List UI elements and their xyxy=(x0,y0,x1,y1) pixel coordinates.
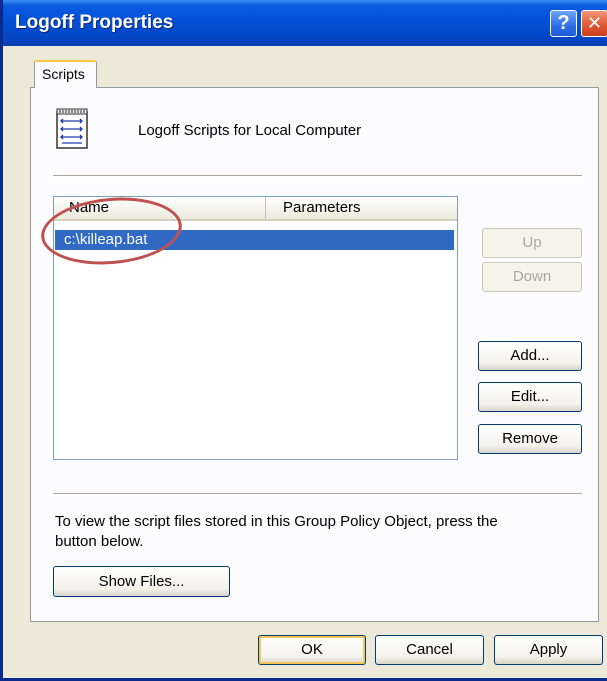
window-title: Logoff Properties xyxy=(15,12,174,33)
apply-button[interactable]: Apply xyxy=(494,635,603,665)
script-file-icon xyxy=(56,108,88,149)
up-button[interactable]: Up xyxy=(482,228,582,258)
divider-top xyxy=(53,175,582,177)
ok-button[interactable]: OK xyxy=(258,635,366,665)
scripts-description: Logoff Scripts for Local Computer xyxy=(138,122,362,139)
remove-button[interactable]: Remove xyxy=(478,424,582,454)
down-button[interactable]: Down xyxy=(482,262,582,292)
cancel-button[interactable]: Cancel xyxy=(375,635,484,665)
show-files-description: To view the script files stored in this … xyxy=(55,513,498,550)
dialog-window: Logoff Properties ? ✕ Scripts Logoff Scr… xyxy=(0,0,607,681)
help-button[interactable]: ? xyxy=(550,10,577,37)
title-bar[interactable]: Logoff Properties ? ✕ xyxy=(3,0,607,46)
show-files-button[interactable]: Show Files... xyxy=(53,566,230,597)
divider-bottom xyxy=(53,493,582,495)
close-button[interactable]: ✕ xyxy=(581,10,607,37)
column-header-parameters[interactable]: Parameters xyxy=(266,197,457,219)
edit-button[interactable]: Edit... xyxy=(478,382,582,412)
add-button[interactable]: Add... xyxy=(478,341,582,371)
tab-scripts[interactable]: Scripts xyxy=(34,60,97,88)
